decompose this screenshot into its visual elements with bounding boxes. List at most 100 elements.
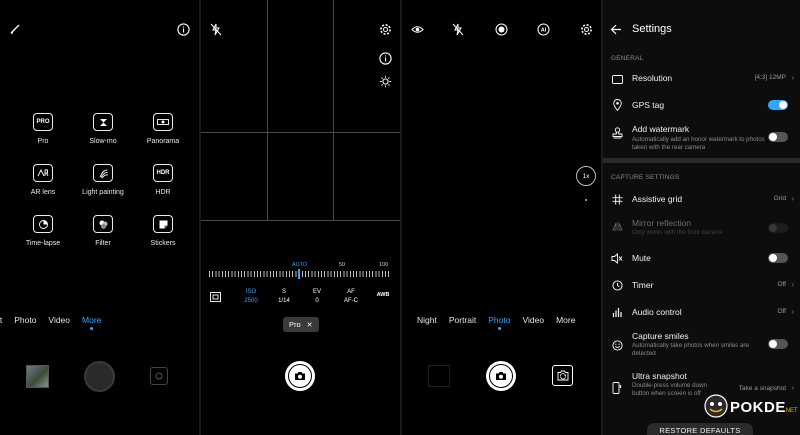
mode-ar-lens[interactable]: AR lens — [13, 164, 73, 196]
scale-label-auto: AUTO — [292, 262, 308, 268]
mode-light-painting[interactable]: Light painting — [73, 164, 133, 196]
awb-control[interactable]: AWB — [374, 292, 392, 298]
zoom-button[interactable]: 1x — [576, 166, 596, 186]
setting-audio-control[interactable]: Audio control Off › — [603, 302, 800, 322]
iso-control[interactable]: ISO 2500 — [241, 288, 261, 306]
switch-camera-icon[interactable] — [150, 367, 168, 385]
mode-label: HDR — [155, 189, 171, 196]
watermark-toggle[interactable] — [768, 132, 788, 142]
mode-slow-mo[interactable]: Slow-mo — [73, 113, 133, 145]
setting-gps-tag[interactable]: GPS tag — [603, 95, 800, 115]
gallery-thumbnail[interactable] — [26, 365, 49, 388]
camera-icon — [288, 364, 312, 388]
switch-camera-icon[interactable] — [552, 365, 573, 386]
focus-control[interactable]: AF AF-C — [340, 288, 362, 306]
info-icon[interactable] — [176, 22, 191, 37]
iso-slider-thumb[interactable] — [298, 269, 300, 279]
setting-resolution[interactable]: Resolution [4:3] 12MP › — [603, 68, 800, 88]
close-icon[interactable]: ✕ — [307, 321, 313, 329]
settings-gear-icon[interactable] — [378, 22, 392, 36]
ai-mode-icon[interactable]: AI — [536, 22, 550, 36]
mode-stickers[interactable]: Stickers — [133, 215, 193, 247]
page-title: Settings — [632, 23, 672, 35]
mode-time-lapse[interactable]: Time-lapse — [13, 215, 73, 247]
ultra-value: Take a snapshot — [738, 385, 786, 392]
tab-more[interactable]: More — [82, 315, 101, 330]
setting-mirror-reflection: Mirror reflection Only works with the fr… — [603, 216, 800, 242]
chevron-right-icon: › — [791, 307, 794, 316]
mode-filter[interactable]: Filter — [73, 215, 133, 247]
flash-off-icon[interactable] — [209, 22, 223, 36]
info-icon[interactable] — [378, 51, 392, 65]
pro-panel: AUTO 50 100 ISO 2500 S 1/14 EV 0 AF AF-C… — [201, 0, 400, 435]
shutter-speed-control[interactable]: S 1/14 — [274, 288, 294, 306]
settings-gear-icon[interactable] — [579, 22, 593, 36]
smiles-toggle[interactable] — [768, 339, 788, 349]
smiles-description: Automatically take photos when smiles ar… — [632, 342, 749, 357]
metering-mode-icon[interactable] — [210, 291, 221, 302]
hdr-icon: HDR — [153, 164, 173, 182]
gallery-thumbnail[interactable] — [428, 365, 450, 387]
setting-assistive-grid[interactable]: Assistive grid Grid › — [603, 189, 800, 209]
gps-toggle[interactable] — [768, 100, 788, 110]
chevron-right-icon: › — [791, 73, 794, 82]
tab-video[interactable]: Video — [522, 315, 544, 325]
restore-defaults-button[interactable]: RESTORE DEFAULTS — [647, 423, 753, 435]
resolution-icon — [611, 73, 623, 85]
section-divider — [603, 158, 800, 163]
af-name: AF — [347, 289, 355, 295]
mode-label: Time-lapse — [25, 240, 61, 247]
ultra-description: Double-press volume down button when scr… — [632, 382, 707, 397]
mode-pro[interactable]: PRO Pro — [13, 113, 73, 145]
grid-line — [267, 0, 268, 220]
shutter-button[interactable] — [486, 361, 516, 391]
tab-night[interactable]: Night — [417, 315, 437, 325]
grid-value: Grid — [773, 195, 786, 202]
setting-timer[interactable]: Timer Off › — [603, 275, 800, 295]
ev-control[interactable]: EV 0 — [307, 288, 327, 306]
filter-icon — [93, 215, 113, 233]
tab-photo[interactable]: Photo — [488, 315, 510, 330]
tab-portrait[interactable]: Portrait — [449, 315, 476, 325]
mode-panorama[interactable]: Panorama — [133, 113, 193, 145]
camera-icon — [489, 364, 513, 388]
setting-mute[interactable]: Mute — [603, 248, 800, 268]
grid-label: Assistive grid — [632, 194, 683, 204]
back-arrow-icon[interactable] — [609, 23, 623, 35]
gps-label: GPS tag — [632, 100, 665, 110]
pro-mode-chip[interactable]: Pro ✕ — [283, 317, 319, 332]
watermark-description: Automatically add an honor watermark to … — [632, 136, 765, 151]
chevron-right-icon: › — [791, 280, 794, 289]
light-painting-icon — [93, 164, 113, 182]
metering-icon[interactable] — [378, 74, 392, 88]
tab-video[interactable]: Video — [48, 315, 70, 325]
ai-camera-icon[interactable] — [410, 22, 424, 36]
flash-off-icon[interactable] — [451, 22, 465, 36]
mode-tabs: Night Portrait Photo Video More — [417, 315, 587, 330]
section-general: GENERAL — [611, 55, 644, 62]
mode-grid: PRO Pro Slow-mo Panorama AR lens Light p… — [13, 113, 193, 247]
speaker-mute-icon — [611, 252, 623, 264]
setting-add-watermark[interactable]: Add watermark Automatically add an honor… — [603, 122, 800, 156]
mode-hdr[interactable]: HDR HDR — [133, 164, 193, 196]
watermark-label: Add watermark — [632, 124, 690, 134]
mute-toggle[interactable] — [768, 253, 788, 263]
mirror-description: Only works with the front camera — [632, 229, 723, 236]
section-capture: CAPTURE SETTINGS — [611, 174, 680, 181]
chevron-right-icon: › — [791, 383, 794, 392]
mode-tabs: rt Photo Video More — [0, 315, 113, 330]
mode-label: Panorama — [146, 138, 180, 145]
tab-more[interactable]: More — [556, 315, 575, 325]
aperture-icon[interactable] — [494, 22, 508, 36]
setting-capture-smiles[interactable]: Capture smiles Automatically take photos… — [603, 329, 800, 361]
edit-icon[interactable] — [8, 22, 22, 36]
mirror-icon — [611, 220, 623, 232]
pro-icon: PRO — [33, 113, 53, 131]
tab-partial[interactable]: rt — [0, 315, 2, 325]
shutter-button[interactable] — [285, 361, 315, 391]
tab-photo[interactable]: Photo — [14, 315, 36, 325]
ev-value: 0 — [315, 298, 319, 304]
audio-label: Audio control — [632, 307, 682, 317]
grid-icon — [611, 193, 623, 205]
iso-slider[interactable] — [209, 271, 391, 277]
